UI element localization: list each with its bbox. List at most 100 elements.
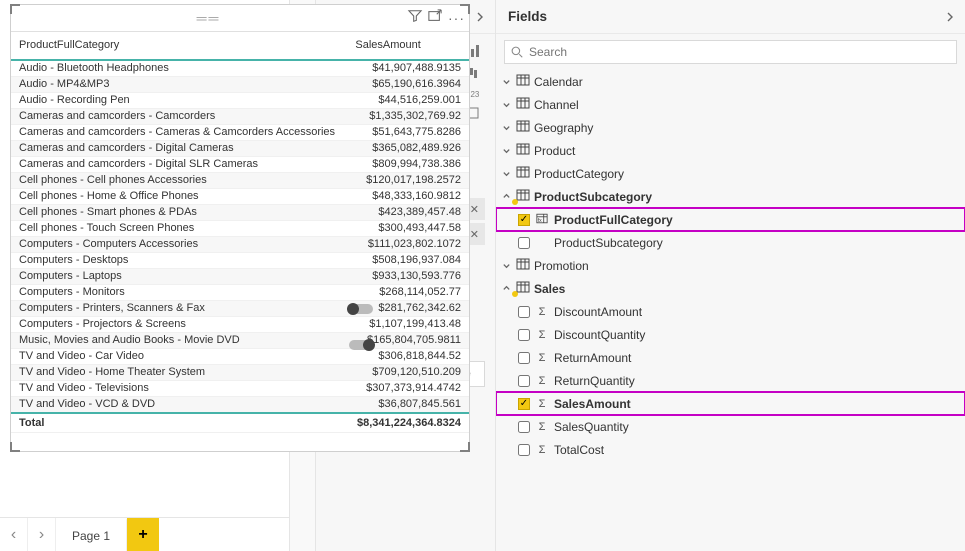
table-row[interactable]: Audio - MP4&MP3$65,190,616.3964	[11, 76, 469, 92]
table-row[interactable]: Computers - Printers, Scanners & Fax$281…	[11, 300, 469, 316]
filter-icon[interactable]	[408, 9, 422, 28]
resize-handle-tr[interactable]	[460, 4, 470, 14]
chevron-down-icon[interactable]	[502, 98, 512, 112]
table-row[interactable]: Audio - Bluetooth Headphones$41,907,488.…	[11, 60, 469, 77]
remove-field-icon[interactable]: ✕	[470, 203, 479, 216]
table-row[interactable]: Computers - Laptops$933,130,593.776	[11, 268, 469, 284]
table-row[interactable]: Cell phones - Home & Office Phones$48,33…	[11, 188, 469, 204]
sigma-icon: Σ	[535, 375, 549, 387]
sigma-icon: Σ	[535, 306, 549, 318]
table-row[interactable]: TV and Video - Home Theater System$709,1…	[11, 364, 469, 380]
sigma-icon: Σ	[535, 329, 549, 341]
table-node-product[interactable]: Product	[496, 139, 965, 162]
table-row[interactable]: Computers - Monitors$268,114,052.77	[11, 284, 469, 300]
field-totalcost[interactable]: ΣTotalCost	[496, 438, 965, 461]
page-next-button[interactable]: ›	[28, 518, 56, 551]
field-checkbox[interactable]	[518, 444, 530, 456]
collapse-viz-icon[interactable]	[475, 12, 485, 22]
table-row[interactable]: Audio - Recording Pen$44,516,259.001	[11, 92, 469, 108]
fields-header: Fields	[496, 0, 965, 34]
table-visual-selected[interactable]: ══ ··· ProductFullCategory SalesAmount A…	[10, 4, 470, 452]
table-icon	[516, 97, 530, 112]
field-checkbox[interactable]	[518, 352, 530, 364]
sigma-icon: Σ	[535, 444, 549, 456]
table-node-sales[interactable]: Sales	[496, 277, 965, 300]
field-salesamount[interactable]: ✓ΣSalesAmount	[496, 392, 965, 415]
table-row[interactable]: Cameras and camcorders - Digital Cameras…	[11, 140, 469, 156]
chevron-down-icon[interactable]	[502, 259, 512, 273]
table-row[interactable]: Cameras and camcorders - Camcorders$1,33…	[11, 108, 469, 124]
field-checkbox[interactable]	[518, 306, 530, 318]
drag-handle-icon[interactable]: ══	[15, 10, 402, 26]
table-row[interactable]: Cell phones - Smart phones & PDAs$423,38…	[11, 204, 469, 220]
table-row[interactable]: Computers - Computers Accessories$111,02…	[11, 236, 469, 252]
table-row[interactable]: TV and Video - Car Video$306,818,844.52	[11, 348, 469, 364]
table-node-productcategory[interactable]: ProductCategory	[496, 162, 965, 185]
chevron-down-icon[interactable]	[502, 121, 512, 135]
chevron-down-icon[interactable]	[502, 167, 512, 181]
page-tab-1[interactable]: Page 1	[56, 518, 127, 551]
col-header-category[interactable]: ProductFullCategory	[11, 32, 347, 60]
table-row[interactable]: TV and Video - Televisions$307,373,914.4…	[11, 380, 469, 396]
fields-search-input[interactable]	[529, 45, 950, 59]
checkbox-checked-icon[interactable]: ✓	[518, 398, 530, 410]
field-returnamount[interactable]: ΣReturnAmount	[496, 346, 965, 369]
page-prev-button[interactable]: ‹	[0, 518, 28, 551]
chevron-down-icon[interactable]	[502, 144, 512, 158]
table-row[interactable]: Cell phones - Cell phones Accessories$12…	[11, 172, 469, 188]
total-row: Total$8,341,224,364.8324	[11, 413, 469, 433]
field-salesquantity[interactable]: ΣSalesQuantity	[496, 415, 965, 438]
visual-header: ══ ···	[11, 5, 469, 31]
field-productfullcategory[interactable]: ✓fxProductFullCategory	[496, 208, 965, 231]
table-node-geography[interactable]: Geography	[496, 116, 965, 139]
resize-handle-br[interactable]	[460, 442, 470, 452]
table-row[interactable]: Cameras and camcorders - Cameras & Camco…	[11, 124, 469, 140]
table-icon	[516, 189, 530, 204]
fields-tree: CalendarChannelGeographyProductProductCa…	[496, 70, 965, 461]
checkbox-checked-icon[interactable]: ✓	[518, 214, 530, 226]
table-node-productsubcategory[interactable]: ProductSubcategory	[496, 185, 965, 208]
chevron-up-icon[interactable]	[502, 190, 512, 204]
resize-handle-bl[interactable]	[10, 442, 20, 452]
table-row[interactable]: Computers - Desktops$508,196,937.084	[11, 252, 469, 268]
page-tab-bar: ‹ › Page 1 +	[0, 517, 289, 551]
field-returnquantity[interactable]: ΣReturnQuantity	[496, 369, 965, 392]
chevron-down-icon[interactable]	[502, 75, 512, 89]
table-icon	[516, 281, 530, 296]
table-icon	[516, 166, 530, 181]
table-row[interactable]: Cell phones - Touch Screen Phones$300,49…	[11, 220, 469, 236]
table-row[interactable]: Computers - Projectors & Screens$1,107,1…	[11, 316, 469, 332]
remove-field-icon[interactable]: ✕	[470, 228, 479, 241]
table-row[interactable]: Music, Movies and Audio Books - Movie DV…	[11, 332, 469, 348]
focus-mode-icon[interactable]	[428, 9, 442, 28]
field-discountquantity[interactable]: ΣDiscountQuantity	[496, 323, 965, 346]
fields-title: Fields	[508, 9, 547, 24]
table-icon	[516, 258, 530, 273]
collapse-fields-icon[interactable]	[945, 12, 955, 22]
table-node-promotion[interactable]: Promotion	[496, 254, 965, 277]
report-canvas[interactable]: ══ ··· ProductFullCategory SalesAmount A…	[0, 0, 290, 551]
resize-handle-tl[interactable]	[10, 4, 20, 14]
field-checkbox[interactable]	[518, 375, 530, 387]
field-productsubcategory[interactable]: ProductSubcategory	[496, 231, 965, 254]
table-row[interactable]: Cameras and camcorders - Digital SLR Cam…	[11, 156, 469, 172]
sigma-icon: Σ	[535, 352, 549, 364]
search-icon	[511, 46, 523, 58]
table-node-calendar[interactable]: Calendar	[496, 70, 965, 93]
field-discountamount[interactable]: ΣDiscountAmount	[496, 300, 965, 323]
col-header-amount[interactable]: SalesAmount	[347, 32, 469, 60]
field-checkbox[interactable]	[518, 237, 530, 249]
table-row[interactable]: TV and Video - VCD & DVD$36,807,845.561	[11, 396, 469, 413]
sigma-icon: Σ	[535, 421, 549, 433]
sigma-icon: Σ	[535, 398, 549, 410]
table-node-channel[interactable]: Channel	[496, 93, 965, 116]
add-page-button[interactable]: +	[127, 518, 159, 551]
table-icon	[516, 143, 530, 158]
fields-search[interactable]	[504, 40, 957, 64]
chevron-up-icon[interactable]	[502, 282, 512, 296]
fields-pane: Fields CalendarChannelGeographyProductPr…	[496, 0, 965, 551]
table-icon	[516, 120, 530, 135]
field-checkbox[interactable]	[518, 329, 530, 341]
field-checkbox[interactable]	[518, 421, 530, 433]
svg-text:fx: fx	[538, 217, 542, 223]
